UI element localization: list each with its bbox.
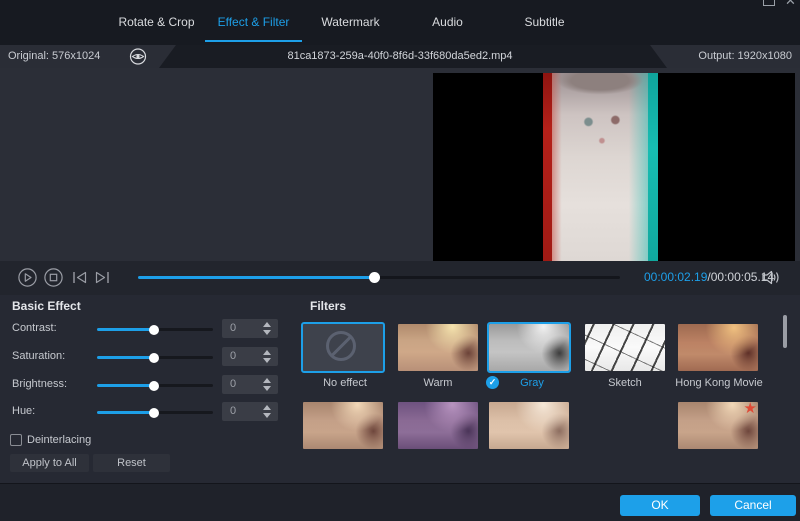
anaglyph-cyan-stripe (648, 73, 658, 261)
previous-frame-icon[interactable] (72, 271, 88, 284)
filters-title: Filters (310, 299, 347, 313)
contrast-label: Contrast: (12, 322, 57, 334)
filter-label-sketch[interactable]: Sketch (577, 377, 673, 389)
star-icon: ★ (743, 400, 757, 417)
time-display: 00:00:02.19/00:00:05.14 (644, 270, 774, 284)
filter-thumb-row2-purple[interactable] (398, 402, 478, 449)
apply-to-all-button[interactable]: Apply to All (10, 454, 89, 472)
tab-rotate-crop[interactable]: Rotate & Crop (108, 0, 205, 45)
check-icon: ✓ (486, 376, 499, 389)
filter-thumb-row2-hazy[interactable] (585, 402, 665, 449)
cancel-button[interactable]: Cancel (710, 495, 796, 516)
brightness-row: Brightness: 0 (0, 375, 300, 395)
brightness-slider-thumb[interactable] (149, 380, 159, 391)
brightness-label: Brightness: (12, 378, 68, 390)
hue-value-input[interactable]: 0 (222, 402, 278, 421)
dialog-footer: OK Cancel (0, 483, 800, 521)
hue-row: Hue: 0 (0, 402, 300, 422)
filter-label-hong-kong-movie[interactable]: Hong Kong Movie (671, 377, 767, 389)
tab-watermark[interactable]: Watermark (302, 0, 399, 45)
close-icon[interactable]: ✕ (785, 0, 796, 8)
anaglyph-cat-body (552, 73, 648, 261)
video-filename: 81ca1873-259a-40f0-8f6d-33f680da5ed2.mp4 (287, 50, 513, 62)
saturation-label: Saturation: (12, 350, 66, 362)
hue-stepper[interactable] (262, 404, 272, 419)
contrast-slider-thumb[interactable] (149, 324, 159, 335)
video-info-bar: Original: 576x1024 Output: 1920x1080 81c… (0, 45, 800, 68)
saturation-slider-thumb[interactable] (149, 352, 159, 363)
preview-area (0, 68, 800, 261)
filters-scrollbar[interactable] (783, 315, 787, 348)
playback-bar: 00:00:02.19/00:00:05.14 (0, 261, 800, 295)
no-effect-icon (326, 331, 356, 361)
filter-thumb-row2-pale[interactable] (489, 402, 569, 449)
adjustment-panel: Basic Effect Contrast: 0 Saturation: 0 B… (0, 295, 800, 483)
tab-audio[interactable]: Audio (399, 0, 496, 45)
play-icon[interactable] (18, 268, 37, 287)
original-video-preview (143, 80, 249, 261)
stop-icon[interactable] (44, 268, 63, 287)
output-video-preview (433, 73, 795, 261)
hue-label: Hue: (12, 405, 36, 417)
saturation-slider[interactable] (97, 352, 213, 363)
seek-progress (138, 276, 375, 279)
deinterlacing-label: Deinterlacing (27, 434, 92, 446)
filter-thumb-row2-star[interactable]: ★ (678, 400, 758, 449)
contrast-stepper[interactable] (262, 321, 272, 336)
reset-button[interactable]: Reset (93, 454, 170, 472)
anaglyph-cat-image (543, 73, 658, 261)
filter-thumb-sketch[interactable] (585, 324, 665, 371)
tab-subtitle[interactable]: Subtitle (496, 0, 593, 45)
filter-label-warm[interactable]: Warm (390, 377, 486, 389)
contrast-slider[interactable] (97, 324, 213, 335)
anaglyph-red-stripe (543, 73, 552, 261)
saturation-value-input[interactable]: 0 (222, 347, 278, 366)
tab-effect-filter[interactable]: Effect & Filter (205, 0, 302, 45)
deinterlacing-checkbox[interactable] (10, 434, 22, 446)
ok-button[interactable]: OK (620, 495, 700, 516)
filter-thumb-gray[interactable] (487, 322, 571, 373)
brightness-slider[interactable] (97, 380, 213, 391)
saturation-row: Saturation: 0 (0, 347, 300, 367)
saturation-stepper[interactable] (262, 349, 272, 364)
tab-bar: Rotate & Crop Effect & Filter Watermark … (0, 0, 800, 45)
brightness-stepper[interactable] (262, 377, 272, 392)
filter-label-no-effect[interactable]: No effect (297, 377, 393, 389)
filter-thumb-hong-kong-movie[interactable] (678, 324, 758, 371)
next-frame-icon[interactable] (94, 271, 110, 284)
hue-slider-thumb[interactable] (149, 407, 159, 418)
current-time: 00:00:02.19 (644, 270, 708, 284)
seek-thumb[interactable] (369, 272, 380, 283)
contrast-value-input[interactable]: 0 (222, 319, 278, 338)
basic-effect-title: Basic Effect (12, 299, 81, 313)
filter-thumb-warm[interactable] (398, 324, 478, 371)
effect-filter-dialog: Rotate & Crop Effect & Filter Watermark … (0, 0, 800, 521)
filter-thumb-no-effect[interactable] (301, 322, 385, 373)
hue-slider[interactable] (97, 407, 213, 418)
seek-slider[interactable] (138, 272, 620, 283)
contrast-row: Contrast: 0 (0, 319, 300, 339)
volume-icon[interactable] (761, 269, 781, 286)
brightness-value-input[interactable]: 0 (222, 375, 278, 394)
maximize-icon[interactable] (763, 0, 775, 6)
filter-thumb-row2-warm[interactable] (303, 402, 383, 449)
